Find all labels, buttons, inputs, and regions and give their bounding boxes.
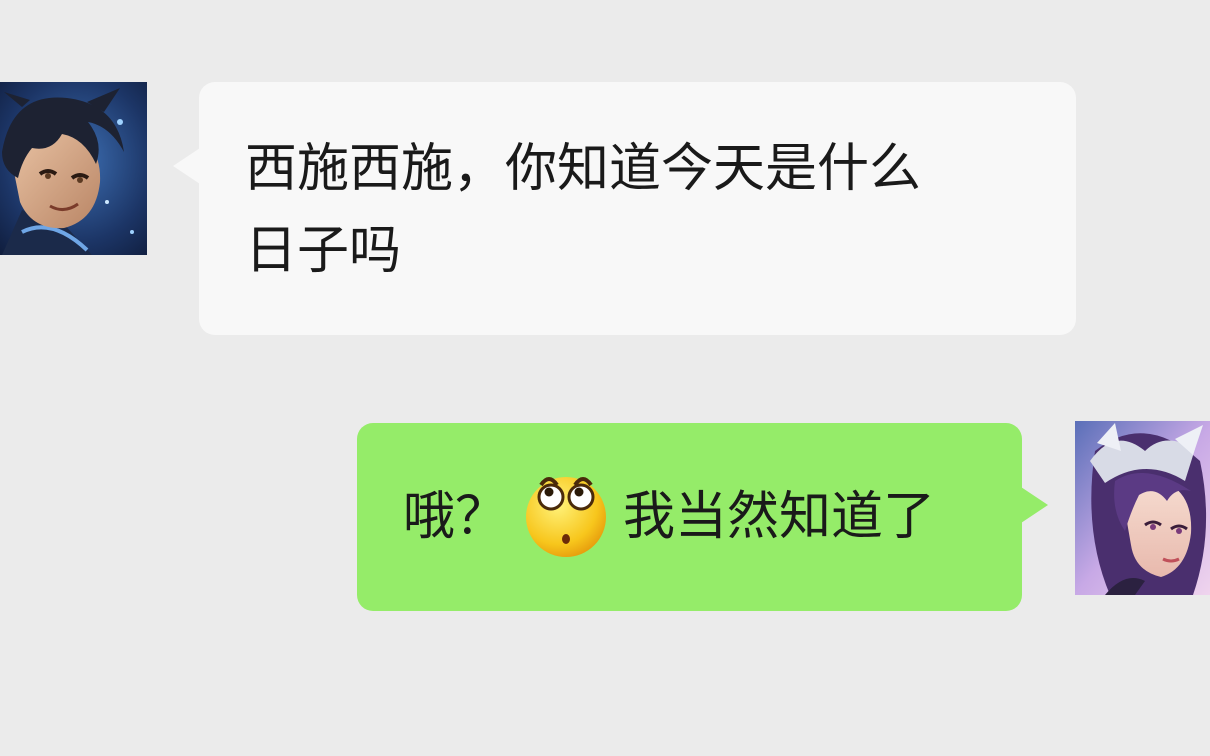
outgoing-message-text: 哦？ (403, 487, 508, 547)
outgoing-message-bubble[interactable]: 哦？ 我当然知道了 (357, 423, 1048, 611)
outgoing-message-text: 我当然知道了 (623, 487, 936, 547)
incoming-message-bubble[interactable]: 西施西施，你知道今天是什么 日子吗 (173, 82, 1076, 335)
rolling-eyes-emoji-icon (523, 467, 609, 559)
incoming-message-line: 日子吗 (245, 221, 402, 281)
incoming-message-line: 西施西施，你知道今天是什么 (245, 139, 922, 199)
chat-area: 西施西施，你知道今天是什么 日子吗 哦？ 我当然知道了 (0, 0, 1210, 756)
contact-avatar[interactable] (0, 82, 147, 255)
self-avatar[interactable] (1075, 421, 1210, 595)
